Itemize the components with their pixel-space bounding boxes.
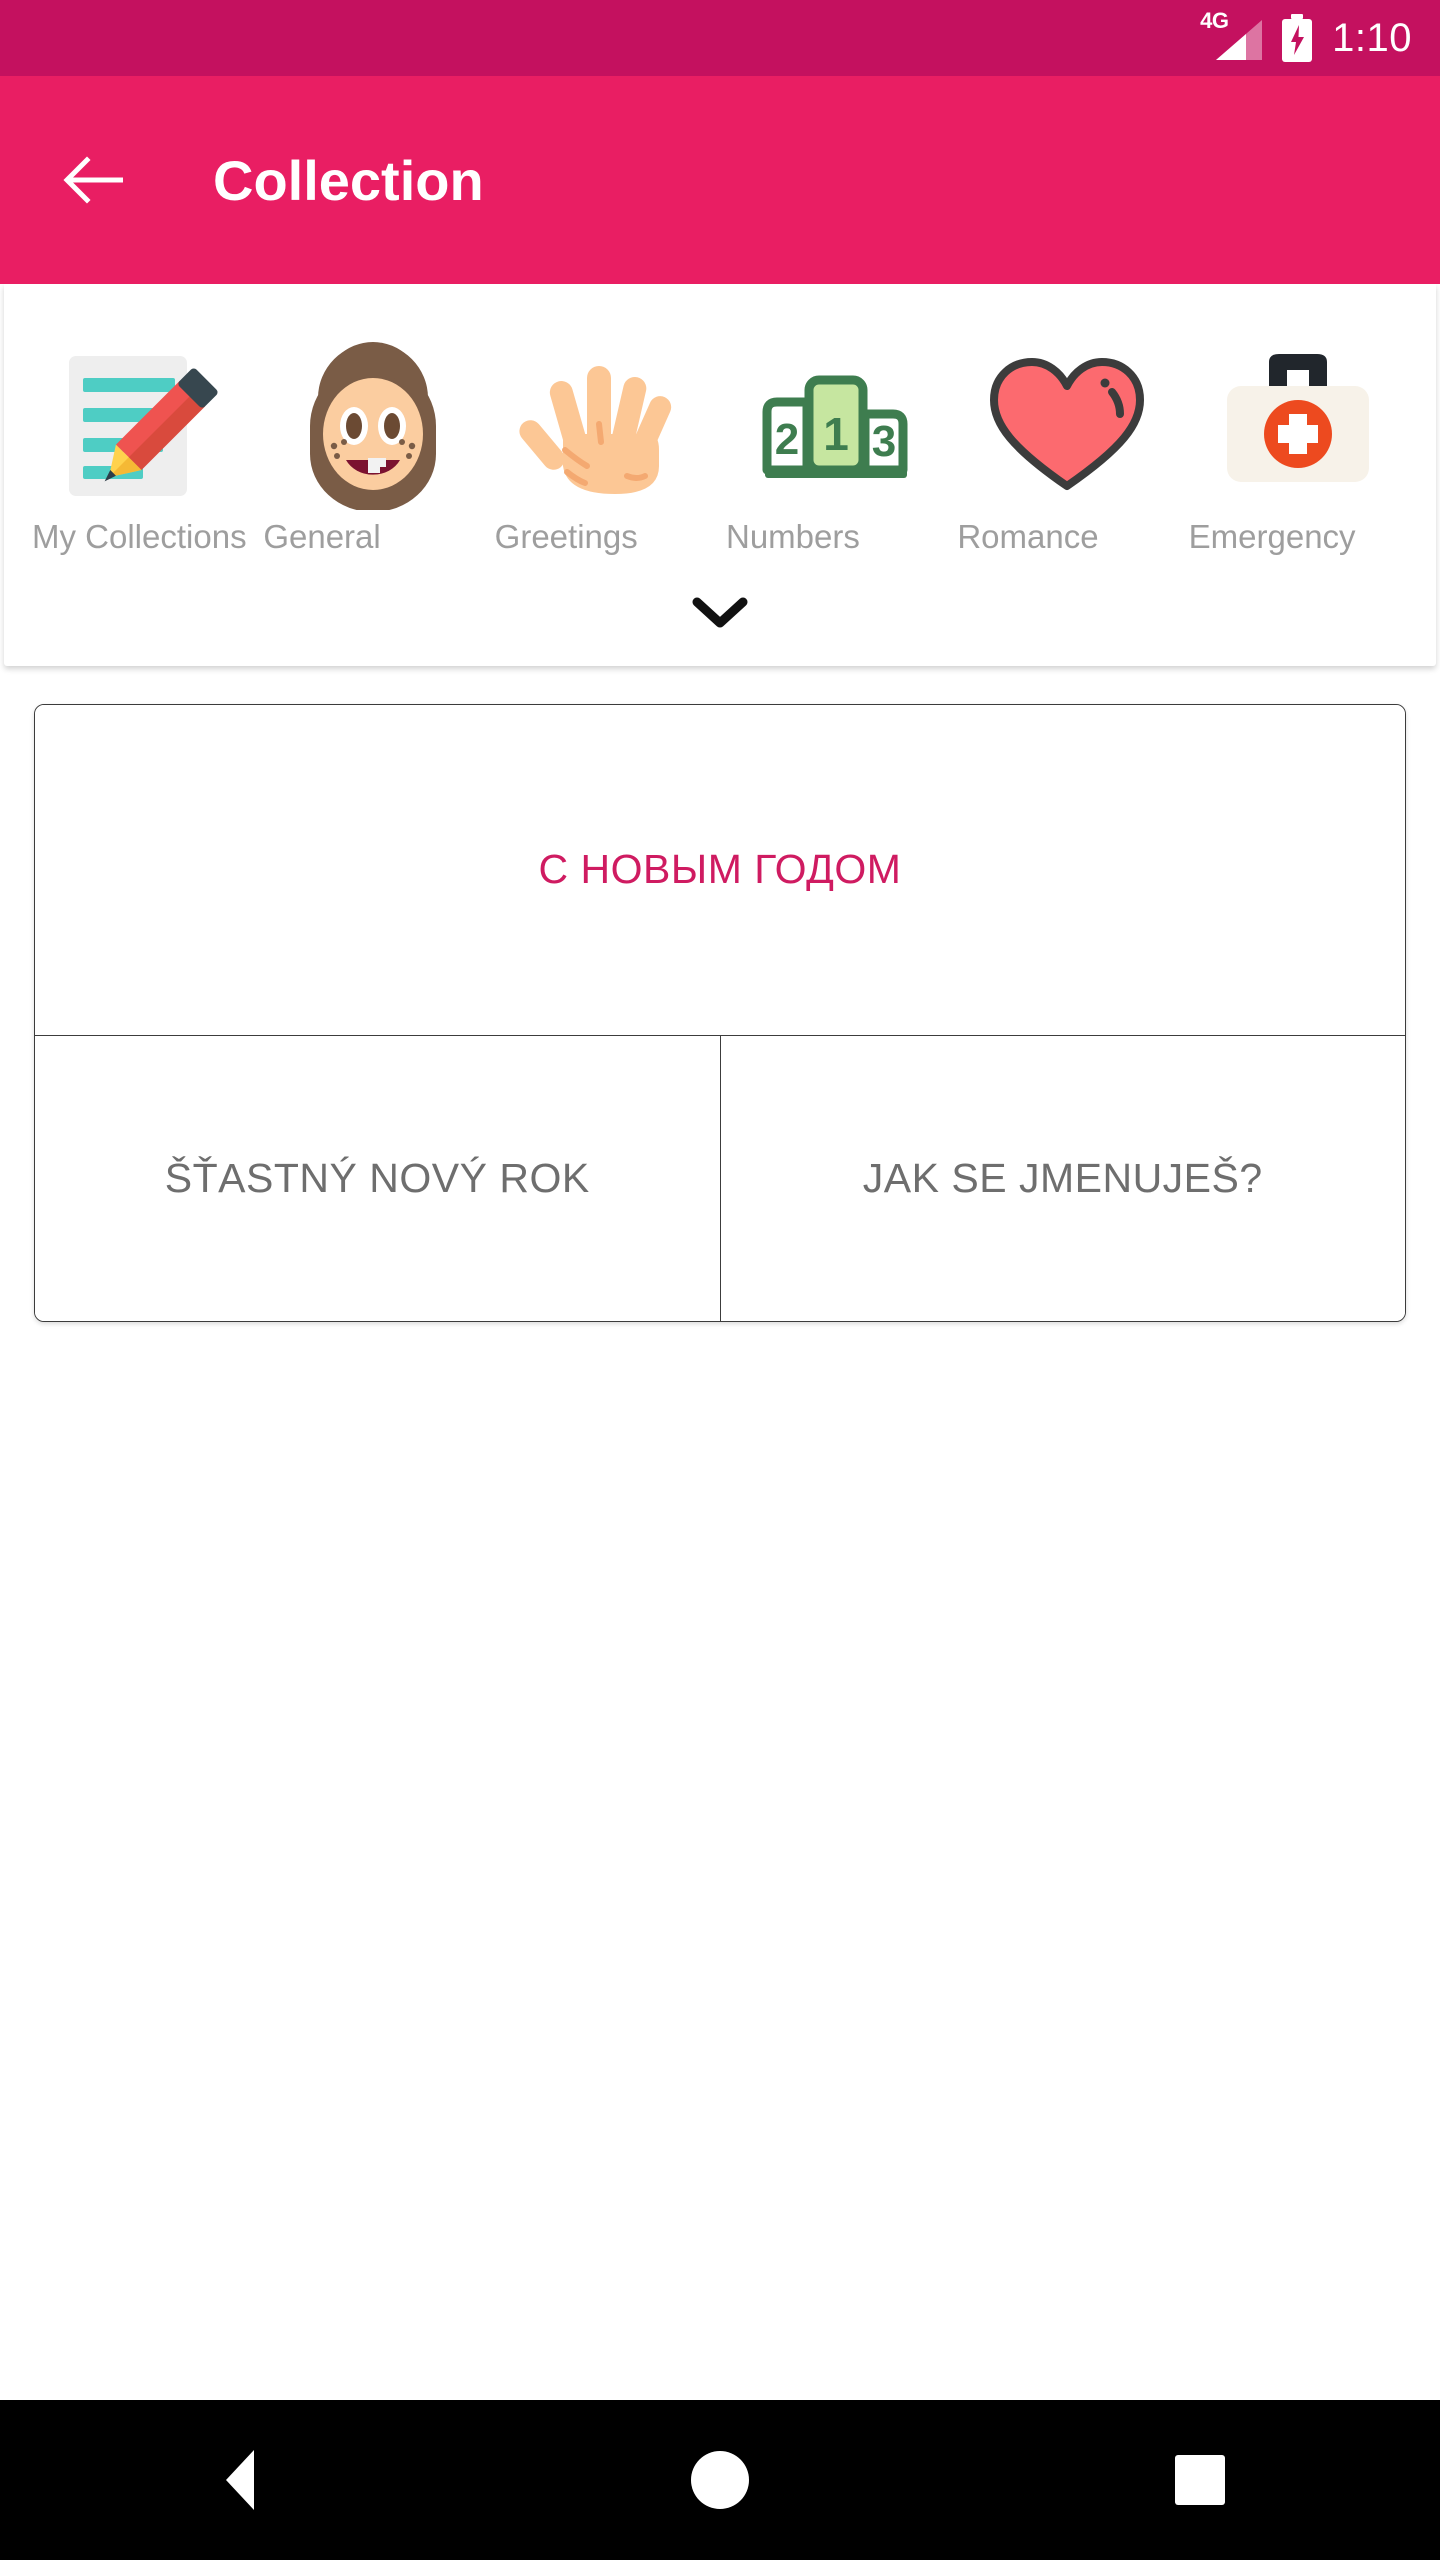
phrase-grid: С НОВЫМ ГОДОМ ŠŤASTNÝ NOVÝ ROK JAK SE JM… bbox=[34, 703, 1406, 1322]
phrase-card[interactable]: С НОВЫМ ГОДОМ bbox=[35, 704, 1405, 1035]
android-nav-bar bbox=[0, 2400, 1440, 2560]
phrase-card[interactable]: JAK SE JMENUJEŠ? bbox=[719, 1035, 1405, 1321]
category-label: Numbers bbox=[725, 518, 860, 555]
category-list: My Collections General Greetings 2 1 3 N… bbox=[4, 294, 1436, 558]
open-hand-icon bbox=[519, 342, 689, 510]
phrase-label: JAK SE JMENUJEŠ? bbox=[862, 1154, 1263, 1201]
status-bar-icons: 4G 1:10 bbox=[1200, 10, 1412, 64]
category-label: Greetings bbox=[494, 518, 638, 555]
app-bar: Collection bbox=[0, 76, 1440, 284]
note-pencil-icon bbox=[57, 342, 227, 510]
signal-bars-filled bbox=[1216, 34, 1247, 60]
back-button[interactable] bbox=[62, 148, 126, 212]
podium-icon: 2 1 3 bbox=[751, 342, 921, 510]
phrase-area: С НОВЫМ ГОДОМ ŠŤASTNÝ NOVÝ ROK JAK SE JM… bbox=[0, 666, 1440, 1322]
phrase-row: ŠŤASTNÝ NOVÝ ROK JAK SE JMENUJEŠ? bbox=[35, 1034, 1405, 1321]
nav-home-button[interactable] bbox=[620, 2400, 820, 2560]
arrow-left-icon bbox=[63, 156, 123, 204]
charging-bolt-icon bbox=[1291, 25, 1305, 55]
triangle-left-icon bbox=[226, 2450, 254, 2510]
circle-icon bbox=[691, 2451, 749, 2509]
phrase-card[interactable]: ŠŤASTNÝ NOVÝ ROK bbox=[35, 1035, 720, 1321]
category-item-greetings[interactable]: Greetings bbox=[489, 294, 720, 558]
square-icon bbox=[1175, 2455, 1225, 2505]
clock-label: 1:10 bbox=[1332, 16, 1412, 60]
page-title: Collection bbox=[213, 148, 484, 212]
nav-recents-button[interactable] bbox=[1100, 2400, 1300, 2560]
category-panel: My Collections General Greetings 2 1 3 N… bbox=[4, 284, 1436, 666]
girl-face-icon bbox=[288, 342, 458, 510]
svg-text:1: 1 bbox=[823, 408, 849, 460]
chevron-down-icon bbox=[692, 597, 748, 628]
phrase-row: С НОВЫМ ГОДОМ bbox=[35, 704, 1405, 1035]
category-label: My Collections bbox=[32, 518, 247, 555]
battery-charging-icon bbox=[1282, 14, 1313, 62]
svg-text:3: 3 bbox=[871, 417, 895, 466]
svg-text:2: 2 bbox=[774, 415, 798, 464]
heart-icon bbox=[982, 342, 1152, 510]
category-item-my-collections[interactable]: My Collections bbox=[26, 294, 257, 558]
category-item-romance[interactable]: Romance bbox=[951, 294, 1182, 558]
status-bar: 4G 1:10 bbox=[0, 0, 1440, 76]
signal-icon: 4G bbox=[1200, 10, 1263, 64]
category-item-general[interactable]: General bbox=[257, 294, 488, 558]
category-label: Romance bbox=[957, 518, 1099, 555]
category-item-numbers[interactable]: 2 1 3 Numbers bbox=[720, 294, 951, 558]
category-item-emergency[interactable]: Emergency bbox=[1183, 294, 1414, 558]
phrase-label: ŠŤASTNÝ NOVÝ ROK bbox=[164, 1154, 590, 1201]
phrase-label: С НОВЫМ ГОДОМ bbox=[538, 846, 902, 893]
first-aid-kit-icon bbox=[1213, 342, 1383, 510]
expand-categories-button[interactable] bbox=[4, 558, 1436, 666]
category-label: Emergency bbox=[1188, 518, 1356, 555]
nav-back-button[interactable] bbox=[140, 2400, 340, 2560]
category-label: General bbox=[263, 518, 381, 555]
